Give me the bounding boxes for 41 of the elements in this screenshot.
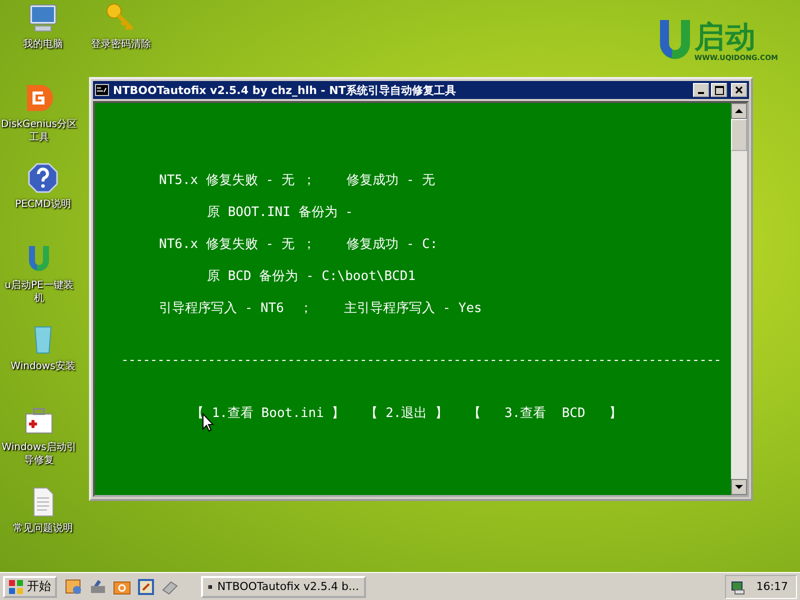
scroll-up-icon[interactable]	[731, 103, 747, 119]
console-menu-option[interactable]: 【 3.查看 BCD 】	[468, 404, 622, 422]
close-button[interactable]	[731, 83, 747, 97]
pictures-tool-icon[interactable]	[65, 578, 83, 596]
desktop-icon-label[interactable]: 常见问题说明	[4, 522, 82, 535]
console-icon	[95, 84, 109, 96]
desktop-icon-label[interactable]: PECMD说明	[4, 198, 82, 211]
console-line: NT6.x 修复失败 - 无 ； 修复成功 - C:	[159, 236, 439, 254]
console-menu-option[interactable]: 【 1.查看 Boot.ini 】	[191, 404, 345, 422]
scrollbar-thumb[interactable]	[731, 119, 747, 151]
close-icon	[735, 86, 743, 94]
console-line: 引导程序写入 - NT6 ； 主引导程序写入 - Yes	[159, 300, 483, 318]
maximize-button[interactable]	[711, 83, 727, 97]
windows-flag-icon	[9, 580, 23, 594]
console-line: 原 BCD 备份为 - C:\boot\BCD1	[206, 268, 417, 286]
start-button[interactable]: 开始	[3, 576, 57, 598]
desktop-icon-label[interactable]: Windows启动引导修复	[0, 441, 78, 467]
printer-icon[interactable]	[89, 578, 107, 596]
clock-text: 16:17	[756, 580, 788, 593]
help-icon[interactable]	[27, 162, 59, 194]
taskbar-window-button[interactable]: NTBOOTautofix v2.5.4 b...	[201, 576, 366, 598]
window-title: NTBOOTautofix v2.5.4 by chz_hlh - NT系统引导自动修复工具	[113, 82, 457, 98]
desktop-icon-label[interactable]: 我的电脑	[4, 38, 82, 51]
mouse-pointer-icon	[202, 413, 214, 432]
maximize-icon	[714, 86, 724, 94]
logo-brand-text: 启动	[694, 22, 756, 54]
desktop-icon-label[interactable]: 登录密码清除	[82, 38, 160, 51]
desktop-icon-label[interactable]: Windows安装	[4, 360, 82, 373]
console-line: 原 BOOT.INI 备份为 -	[206, 204, 354, 222]
desktop-icon-label[interactable]: DiskGenius分区工具	[0, 118, 78, 144]
computer-icon[interactable]	[27, 2, 59, 34]
dashed-separator-text: -----------------------------------------------------------------------------------	[120, 353, 722, 368]
desktop-icon-label[interactable]: u启动PE一键装机	[0, 279, 78, 305]
minimize-button[interactable]	[693, 83, 709, 97]
network-icon[interactable]	[730, 578, 746, 594]
console-line: NT5.x 修复失败 - 无 ； 修复成功 - 无	[159, 172, 436, 190]
u-logo-icon	[658, 18, 692, 62]
console-menu-option[interactable]: 【 2.退出 】	[364, 404, 448, 422]
vertical-scrollbar[interactable]	[731, 103, 747, 495]
scroll-down-icon[interactable]	[731, 479, 747, 495]
screenshot-frame-icon[interactable]	[137, 578, 155, 596]
